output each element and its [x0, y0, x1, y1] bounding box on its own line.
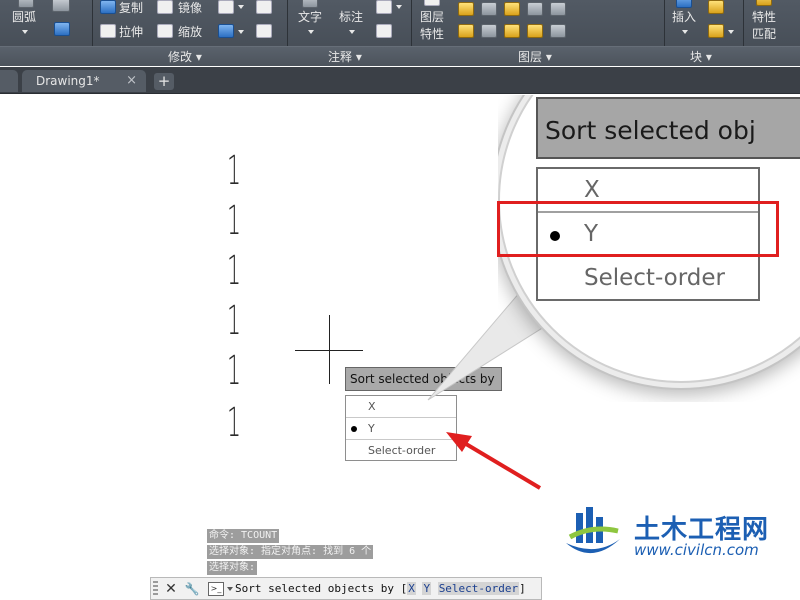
magnified-option-label: X	[584, 177, 600, 203]
autocad-window: 圆弧 复制 镜像 拉伸 缩放 文字 标注 图层 特性 插入 特性 匹配 修改 ▾…	[0, 0, 800, 600]
magnified-option-select-order: Select-order	[538, 257, 758, 301]
magnified-menu-title: Sort selected obj	[536, 97, 800, 159]
prompt-suffix: ]	[519, 582, 526, 595]
command-prompt-text: Sort selected objects by [X Y Select-ord…	[235, 582, 526, 595]
customize-wrench-icon[interactable]: 🔧	[183, 579, 201, 599]
command-history-line: 选择对象: 指定对角点: 找到 6 个	[207, 545, 374, 559]
recent-commands-dropdown-icon[interactable]	[227, 587, 233, 591]
command-history-line: 选择对象:	[207, 561, 258, 575]
magnified-option-label: Select-order	[584, 265, 726, 291]
civilcn-logo-icon	[566, 507, 620, 554]
command-line[interactable]: ✕ 🔧 >_ Sort selected objects by [X Y Sel…	[150, 577, 542, 600]
command-history-line: 命令: TCOUNT	[207, 529, 280, 543]
command-option-y[interactable]: Y	[422, 582, 432, 595]
red-arrow-head	[446, 432, 472, 452]
red-highlight-box	[497, 201, 779, 257]
command-option-x[interactable]: X	[407, 582, 416, 595]
drag-handle-icon[interactable]	[153, 581, 158, 597]
command-option-select-order[interactable]: Select-order	[437, 582, 520, 595]
close-command-line-icon[interactable]: ✕	[162, 579, 180, 599]
red-arrow-shaft	[454, 436, 542, 490]
command-prompt-icon[interactable]: >_	[208, 582, 224, 596]
watermark-url: www.civilcn.com	[634, 541, 759, 559]
watermark: 土木工程网 www.civilcn.com	[542, 485, 800, 580]
prompt-prefix: Sort selected objects by [	[235, 582, 408, 595]
